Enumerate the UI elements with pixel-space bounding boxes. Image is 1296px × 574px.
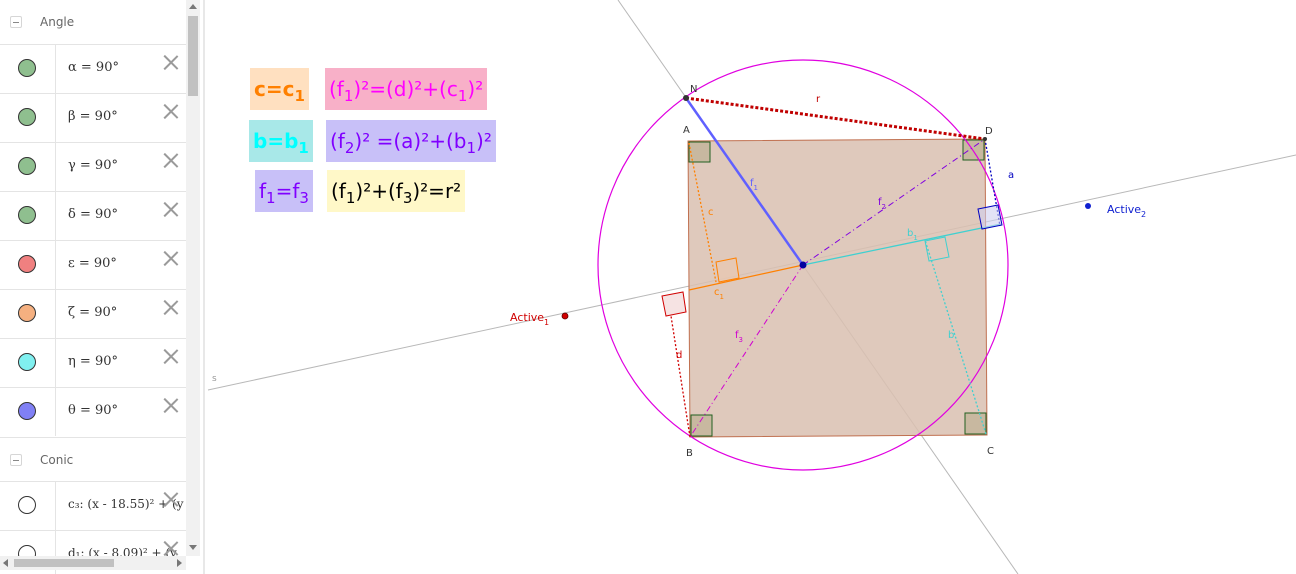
visibility-marble-icon[interactable] xyxy=(18,59,36,77)
algebra-row-gamma[interactable]: γ = 90° xyxy=(0,142,186,191)
right-angle-red xyxy=(661,291,687,317)
point-n[interactable] xyxy=(683,95,689,101)
label-b: B xyxy=(686,448,693,459)
geometry-canvas[interactable]: N A D B C r a c b d s f1 f2 f3 b1 c1 Act… xyxy=(205,0,1296,574)
point-active1[interactable] xyxy=(561,312,569,320)
visibility-marble-icon[interactable] xyxy=(18,206,36,224)
algebra-horizontal-scrollbar[interactable] xyxy=(0,556,186,570)
delete-icon[interactable] xyxy=(162,151,180,169)
visibility-marble-icon[interactable] xyxy=(18,496,36,514)
label-d: D xyxy=(985,126,993,137)
algebra-expression[interactable]: θ = 90° xyxy=(68,403,118,418)
delete-icon[interactable] xyxy=(162,490,180,508)
point-d[interactable] xyxy=(983,137,987,141)
delete-icon[interactable] xyxy=(162,53,180,71)
algebra-row-delta[interactable]: δ = 90° xyxy=(0,191,186,240)
right-angle-d xyxy=(962,139,985,161)
group-label: Angle xyxy=(40,15,75,29)
visibility-marble-icon[interactable] xyxy=(18,353,36,371)
right-angle-b xyxy=(690,414,713,437)
delete-icon[interactable] xyxy=(162,396,180,414)
scroll-left-icon[interactable] xyxy=(3,559,8,567)
segment-r[interactable] xyxy=(685,96,986,141)
label-active1: Active1 xyxy=(510,311,549,327)
scroll-thumb[interactable] xyxy=(188,16,198,96)
collapse-toggle-icon[interactable] xyxy=(10,454,22,466)
algebra-expression[interactable]: η = 90° xyxy=(68,354,118,369)
algebra-row-beta[interactable]: β = 90° xyxy=(0,93,186,142)
algebra-expression[interactable]: α = 90° xyxy=(68,60,119,75)
algebra-expression[interactable]: ε = 90° xyxy=(68,256,117,271)
label-seg-c: c xyxy=(708,207,714,218)
group-header-angle[interactable]: Angle xyxy=(0,0,186,44)
point-center[interactable] xyxy=(799,261,807,269)
right-angle-c xyxy=(964,412,987,435)
algebra-row-theta[interactable]: θ = 90° xyxy=(0,387,186,436)
segment-d[interactable] xyxy=(670,315,691,438)
algebra-row-zeta[interactable]: ζ = 90° xyxy=(0,289,186,338)
visibility-marble-icon[interactable] xyxy=(18,304,36,322)
algebra-vertical-scrollbar[interactable] xyxy=(186,0,200,556)
algebra-expression[interactable]: γ = 90° xyxy=(68,158,118,173)
algebra-row-epsilon[interactable]: ε = 90° xyxy=(0,240,186,289)
group-header-conic[interactable]: Conic xyxy=(0,437,186,482)
delete-icon[interactable] xyxy=(162,200,180,218)
label-a: A xyxy=(683,125,690,136)
delete-icon[interactable] xyxy=(162,249,180,267)
scroll-up-icon[interactable] xyxy=(189,4,197,9)
label-n: N xyxy=(690,84,697,95)
scroll-down-icon[interactable] xyxy=(189,545,197,550)
label-seg-d: d xyxy=(676,350,682,361)
algebra-row-conic-c3[interactable]: c₃: (x - 18.55)² + (y xyxy=(0,481,186,530)
delete-icon[interactable] xyxy=(162,102,180,120)
label-r: r xyxy=(816,94,821,105)
graphics-view[interactable]: c=c1 (f1)²=(d)²+(c1)² b=b1 (f2)² =(a)²+(… xyxy=(205,0,1296,574)
visibility-marble-icon[interactable] xyxy=(18,402,36,420)
algebra-row-alpha[interactable]: α = 90° xyxy=(0,44,186,93)
scroll-thumb[interactable] xyxy=(14,559,114,567)
label-seg-b: b xyxy=(948,330,954,341)
algebra-expression[interactable]: β = 90° xyxy=(68,109,118,124)
square-abcd[interactable] xyxy=(687,138,988,438)
algebra-row-eta[interactable]: η = 90° xyxy=(0,338,186,387)
algebra-expression[interactable]: δ = 90° xyxy=(68,207,118,222)
label-c: C xyxy=(987,446,994,457)
delete-icon[interactable] xyxy=(162,539,180,557)
label-active2: Active2 xyxy=(1107,203,1146,219)
label-seg-a: a xyxy=(1008,170,1014,181)
delete-icon[interactable] xyxy=(162,298,180,316)
algebra-expression[interactable]: ζ = 90° xyxy=(68,305,117,320)
collapse-toggle-icon[interactable] xyxy=(10,16,22,28)
label-s: s xyxy=(212,374,217,384)
delete-icon[interactable] xyxy=(162,347,180,365)
algebra-view: Angle α = 90° β = 90° γ = 90° δ = 90° ε … xyxy=(0,0,186,574)
point-active2[interactable] xyxy=(1085,203,1091,209)
scroll-right-icon[interactable] xyxy=(177,559,182,567)
visibility-marble-icon[interactable] xyxy=(18,255,36,273)
visibility-marble-icon[interactable] xyxy=(18,157,36,175)
group-label: Conic xyxy=(40,453,74,467)
right-angle-blue xyxy=(977,204,1003,230)
visibility-marble-icon[interactable] xyxy=(18,108,36,126)
right-angle-orange xyxy=(715,257,740,283)
